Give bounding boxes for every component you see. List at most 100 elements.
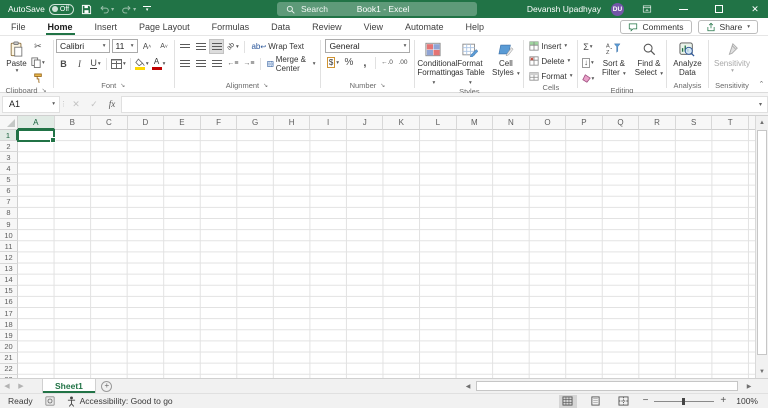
tab-help[interactable]: Help: [455, 18, 496, 35]
column-header-p[interactable]: P: [566, 116, 603, 130]
view-page-break-button[interactable]: [615, 395, 633, 408]
autosave-toggle[interactable]: AutoSave Off: [8, 3, 75, 15]
accounting-format-button[interactable]: $ ▾: [325, 55, 340, 70]
conditional-formatting-button[interactable]: Conditional Formatting ▾: [415, 38, 457, 87]
row-header-14[interactable]: 14: [0, 274, 18, 286]
column-header-h[interactable]: H: [273, 116, 311, 130]
formula-input[interactable]: [121, 95, 754, 113]
column-header-m[interactable]: M: [456, 116, 494, 130]
name-box[interactable]: A1 ▾: [2, 95, 60, 113]
vertical-scroll-thumb[interactable]: [757, 130, 767, 355]
column-header-n[interactable]: N: [493, 116, 530, 130]
tab-file[interactable]: File: [0, 18, 37, 35]
row-header-11[interactable]: 11: [0, 241, 18, 253]
font-name-select[interactable]: Calibri ▾: [56, 39, 110, 53]
column-header-l[interactable]: L: [420, 116, 457, 130]
accessibility-status[interactable]: Accessibility: Good to go: [67, 395, 173, 407]
zoom-out-button[interactable]: −: [643, 396, 649, 406]
row-header-22[interactable]: 22: [0, 363, 18, 375]
row-header-16[interactable]: 16: [0, 296, 18, 308]
align-middle-button[interactable]: [193, 39, 208, 54]
increase-font-size-button[interactable]: A ˄: [140, 39, 155, 54]
row-header-10[interactable]: 10: [0, 230, 18, 242]
delete-cells-button[interactable]: Delete ▾: [527, 54, 574, 68]
tab-home[interactable]: Home: [37, 18, 84, 35]
column-header-b[interactable]: B: [54, 116, 92, 130]
zoom-level[interactable]: 100%: [736, 396, 758, 406]
selected-cell-a1[interactable]: [17, 129, 56, 143]
vertical-scrollbar[interactable]: ▲ ▼: [755, 116, 768, 378]
column-header-k[interactable]: K: [383, 116, 421, 130]
column-header-s[interactable]: S: [675, 116, 713, 130]
row-header-8[interactable]: 8: [0, 207, 18, 219]
avatar[interactable]: DU: [611, 2, 624, 16]
number-format-select[interactable]: General ▾: [325, 39, 411, 53]
number-dialog-launcher[interactable]: ↘: [379, 81, 386, 90]
cut-button[interactable]: ✂: [30, 39, 46, 54]
row-header-12[interactable]: 12: [0, 252, 18, 264]
orientation-button[interactable]: ab ▾: [225, 39, 240, 54]
row-header-15[interactable]: 15: [0, 285, 18, 297]
zoom-slider[interactable]: [654, 397, 715, 405]
comments-button[interactable]: Comments: [620, 19, 692, 34]
column-header-d[interactable]: D: [127, 116, 165, 130]
align-left-button[interactable]: [177, 56, 192, 71]
decrease-decimal-button[interactable]: .00: [395, 55, 410, 70]
zoom-slider-thumb[interactable]: [682, 397, 686, 405]
column-header-q[interactable]: Q: [602, 116, 640, 130]
sheet-nav-right-button[interactable]: ▶: [14, 379, 28, 393]
sheet-tab-sheet1[interactable]: Sheet1: [42, 379, 96, 393]
insert-cells-button[interactable]: Insert ▾: [527, 39, 574, 53]
tab-data[interactable]: Data: [260, 18, 301, 35]
column-header-i[interactable]: I: [310, 116, 347, 130]
tab-formulas[interactable]: Formulas: [201, 18, 261, 35]
scroll-down-arrow[interactable]: ▼: [756, 365, 768, 378]
comma-style-button[interactable]: ,: [357, 55, 372, 70]
bold-button[interactable]: B: [56, 56, 71, 71]
font-size-select[interactable]: 11 ▾: [111, 39, 138, 53]
column-header-e[interactable]: E: [164, 116, 201, 130]
insert-function-button[interactable]: fx: [103, 96, 121, 113]
row-header-4[interactable]: 4: [0, 163, 18, 175]
column-header-a[interactable]: A: [18, 116, 55, 130]
column-header-o[interactable]: O: [529, 116, 567, 130]
format-cells-button[interactable]: Format ▾: [527, 69, 574, 83]
row-header-7[interactable]: 7: [0, 196, 18, 208]
format-painter-button[interactable]: [30, 71, 46, 86]
select-all-button[interactable]: [0, 116, 18, 130]
column-header-c[interactable]: C: [91, 116, 128, 130]
wrap-text-button[interactable]: ab↩ Wrap Text: [249, 40, 306, 54]
row-header-6[interactable]: 6: [0, 185, 18, 197]
find-select-button[interactable]: Find & Select ▾: [632, 38, 665, 78]
row-header-19[interactable]: 19: [0, 330, 18, 342]
analyze-data-button[interactable]: Analyze Data: [667, 38, 707, 77]
paste-button[interactable]: Paste ▾: [3, 38, 30, 75]
row-header-18[interactable]: 18: [0, 319, 18, 331]
column-header-f[interactable]: F: [200, 116, 238, 130]
save-button[interactable]: [81, 4, 92, 15]
redo-button[interactable]: ▾: [121, 4, 136, 15]
scroll-up-arrow[interactable]: ▲: [756, 116, 768, 129]
formula-bar-expand-button[interactable]: ▾: [754, 95, 768, 113]
grid-cells[interactable]: [18, 130, 755, 378]
fill-button[interactable]: ↓ ▾: [580, 55, 595, 70]
row-header-2[interactable]: 2: [0, 141, 18, 153]
user-name[interactable]: Devansh Upadhyay: [527, 4, 601, 14]
column-header-j[interactable]: J: [346, 116, 384, 130]
sensitivity-button[interactable]: Sensitivity ▾: [710, 38, 754, 75]
row-header-1[interactable]: 1: [0, 130, 18, 142]
tab-insert[interactable]: Insert: [84, 18, 129, 35]
percent-style-button[interactable]: %: [341, 55, 356, 70]
decrease-indent-button[interactable]: ←≡: [225, 56, 240, 71]
zoom-in-button[interactable]: +: [720, 396, 726, 406]
column-header-r[interactable]: R: [639, 116, 676, 130]
minimize-button[interactable]: [670, 0, 696, 18]
row-header-3[interactable]: 3: [0, 152, 18, 164]
increase-indent-button[interactable]: →≡: [241, 56, 256, 71]
undo-button[interactable]: ▾: [99, 4, 114, 15]
row-header-21[interactable]: 21: [0, 352, 18, 364]
increase-decimal-button[interactable]: ←.0: [379, 55, 394, 70]
align-right-button[interactable]: [209, 56, 224, 71]
view-normal-button[interactable]: [558, 394, 577, 408]
tab-review[interactable]: Review: [301, 18, 353, 35]
